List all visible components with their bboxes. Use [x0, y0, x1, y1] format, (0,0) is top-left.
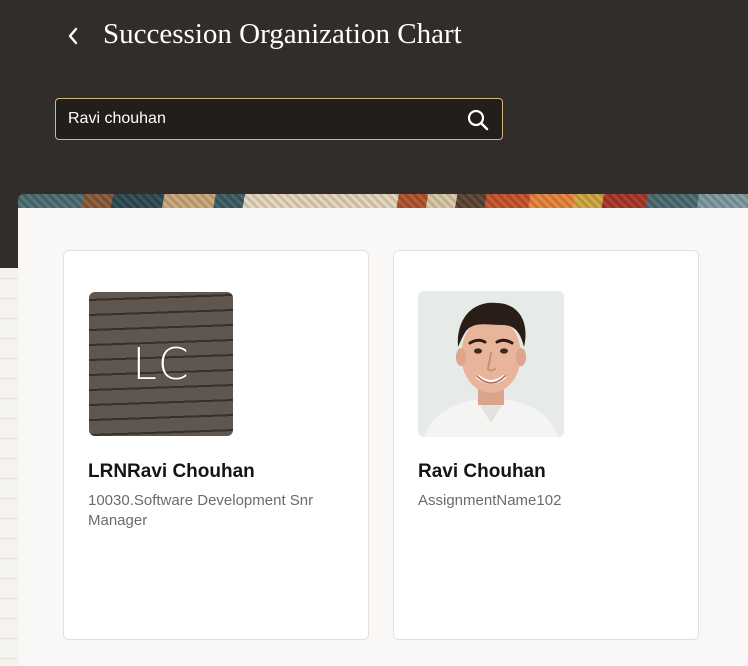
person-name: LRNRavi Chouhan [88, 461, 255, 482]
page-title: Succession Organization Chart [103, 18, 462, 50]
avatar [418, 291, 564, 437]
person-card[interactable]: Ravi Chouhan AssignmentName102 [393, 250, 699, 640]
person-card[interactable]: LC LRNRavi Chouhan 10030.Software Develo… [63, 250, 369, 640]
search-box[interactable] [55, 98, 503, 140]
search-icon [467, 109, 489, 131]
decorative-banner [18, 194, 748, 208]
search-button[interactable] [466, 108, 490, 132]
back-button[interactable] [62, 22, 84, 50]
person-name: Ravi Chouhan [418, 461, 546, 482]
avatar-initials: LC [132, 338, 190, 390]
chevron-left-icon [68, 27, 78, 45]
search-input[interactable] [68, 99, 458, 139]
avatar: LC [89, 292, 233, 436]
person-job-title: AssignmentName102 [418, 492, 562, 509]
decorative-texture [0, 268, 18, 666]
person-job-title: 10030.Software Development Snr Manager [88, 492, 314, 529]
person-photo [418, 291, 564, 437]
